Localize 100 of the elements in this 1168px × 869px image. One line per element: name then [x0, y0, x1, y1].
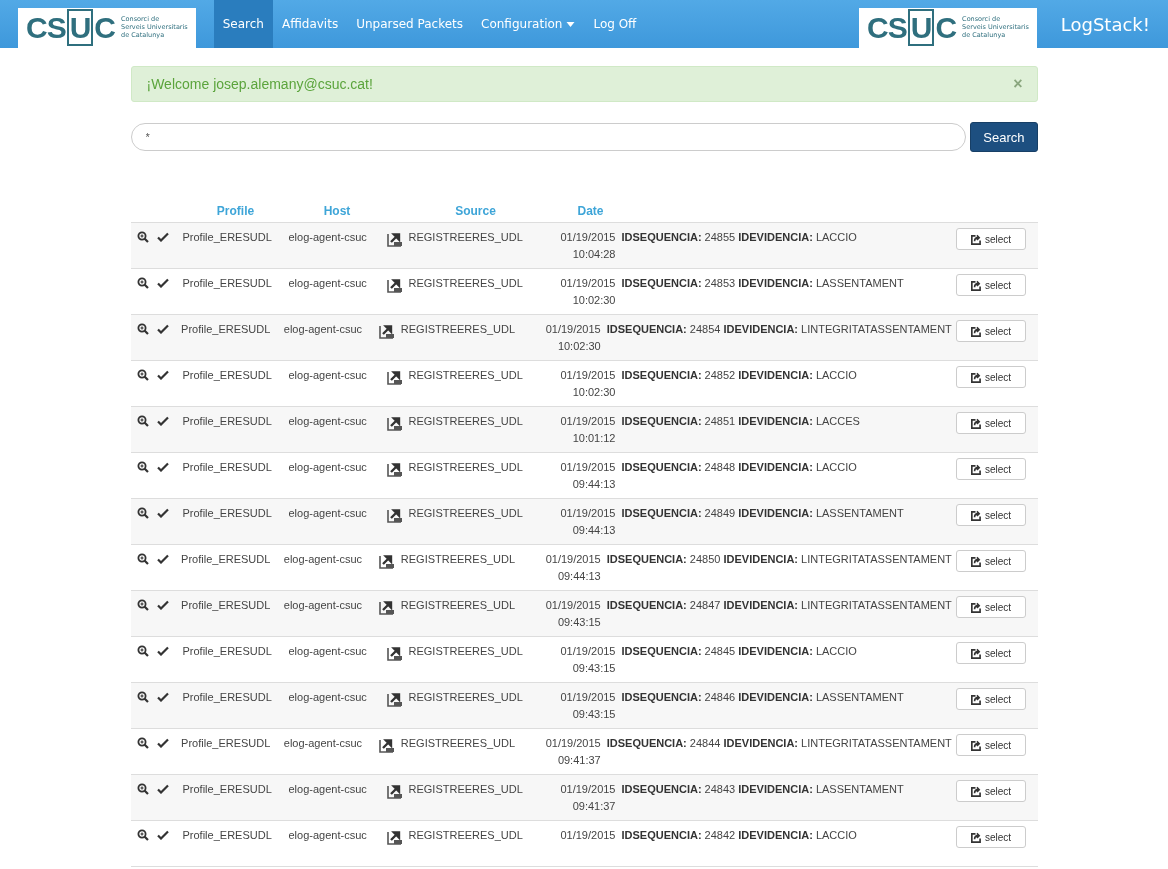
time-cell: 09:43:15: [557, 616, 601, 628]
checkmark-icon: [156, 646, 169, 656]
host-cell-text: elog-agent-csuc: [288, 369, 368, 381]
profile-cell-text: Profile_ERESUDL: [182, 415, 273, 427]
select-button[interactable]: select: [955, 366, 1026, 388]
host-cell-text: elog-agent-csuc: [288, 507, 368, 519]
host-cell-text: elog-agent-csuc: [288, 277, 368, 289]
sql-export-icon: [385, 461, 404, 477]
checkmark-icon: [156, 324, 169, 334]
source-cell: REGISTREERES_UDL: [400, 599, 516, 611]
details-cell-text: IDSEQUENCIA: 24855 IDEVIDENCIA: LACCIO: [621, 231, 858, 243]
checkmark-icon: [156, 554, 169, 564]
source-cell: REGISTREERES_UDL: [408, 231, 523, 243]
date-cell: 01/19/2015: [560, 231, 616, 243]
share-icon: [969, 647, 981, 659]
details-cell: IDSEQUENCIA: 24854 IDEVIDENCIA: LINTEGRITATASSENTAMENT: [606, 323, 952, 335]
date-cell: 01/19/2015: [560, 691, 616, 703]
sql-export-icon: [385, 691, 404, 707]
details-cell-text: IDSEQUENCIA: 24843 IDEVIDENCIA: LASSENTAMENT: [621, 783, 905, 795]
zoom-icon[interactable]: [136, 277, 149, 289]
time-cell: 09:41:37: [572, 800, 616, 812]
checkmark-icon: [156, 738, 169, 748]
date-cell: 01/19/2015: [560, 507, 616, 519]
share-icon: [969, 463, 981, 475]
details-cell: IDSEQUENCIA: 24847 IDEVIDENCIA: LINTEGRITATASSENTAMENT: [606, 599, 952, 611]
zoom-icon[interactable]: [136, 829, 149, 841]
select-button[interactable]: select: [955, 826, 1026, 848]
profile-cell-text: Profile_ERESUDL: [181, 323, 272, 335]
time-cell: 09:44:13: [557, 570, 601, 582]
profile-cell-text: Profile_ERESUDL: [182, 277, 273, 289]
details-cell-text: IDSEQUENCIA: 24842 IDEVIDENCIA: LACCIO: [621, 829, 858, 841]
select-button[interactable]: select: [955, 504, 1026, 526]
select-button[interactable]: select: [955, 596, 1026, 618]
profile-cell-text: Profile_ERESUDL: [182, 691, 273, 703]
source-cell: REGISTREERES_UDL: [408, 369, 523, 381]
zoom-icon[interactable]: [136, 645, 149, 657]
time-cell: 09:43:15: [572, 708, 616, 720]
details-cell: IDSEQUENCIA: 24850 IDEVIDENCIA: LINTEGRITATASSENTAMENT: [606, 553, 952, 565]
sql-export-icon: [377, 553, 396, 569]
select-button[interactable]: select: [955, 412, 1026, 434]
select-button[interactable]: select: [955, 550, 1026, 572]
checkmark-icon: [156, 784, 169, 794]
zoom-icon[interactable]: [136, 783, 149, 795]
zoom-icon[interactable]: [136, 553, 149, 565]
select-button[interactable]: select: [955, 274, 1026, 296]
host-cell-text: elog-agent-csuc: [288, 645, 368, 657]
profile-cell-text: Profile_ERESUDL: [182, 231, 273, 243]
profile-cell-text: Profile_ERESUDL: [181, 599, 272, 611]
host-cell-text: elog-agent-csuc: [283, 553, 364, 565]
search-field[interactable]: *: [130, 123, 967, 151]
sql-export-icon: [385, 507, 404, 523]
select-button[interactable]: select: [955, 642, 1026, 664]
checkmark-icon: [156, 692, 169, 702]
date-cell: 01/19/2015: [560, 461, 616, 473]
zoom-icon[interactable]: [136, 369, 149, 381]
host-cell-text: elog-agent-csuc: [283, 599, 364, 611]
details-cell-text: IDSEQUENCIA: 24846 IDEVIDENCIA: LASSENTAMENT: [621, 691, 905, 703]
select-button[interactable]: select: [955, 734, 1026, 756]
profile-cell-text: Profile_ERESUDL: [181, 737, 272, 749]
source-cell: REGISTREERES_UDL: [408, 415, 523, 427]
checkmark-icon: [156, 278, 169, 288]
caret-icon: [566, 21, 576, 27]
zoom-icon[interactable]: [136, 507, 149, 519]
zoom-icon[interactable]: [136, 691, 149, 703]
time-cell: 09:44:13: [572, 524, 616, 536]
date-cell: 01/19/2015: [560, 829, 616, 841]
zoom-icon[interactable]: [136, 415, 149, 427]
zoom-icon[interactable]: [136, 323, 149, 335]
details-cell-text: IDSEQUENCIA: 24848 IDEVIDENCIA: LACCIO: [621, 461, 858, 473]
select-button[interactable]: select: [955, 458, 1026, 480]
select-button[interactable]: select: [955, 228, 1026, 250]
select-button[interactable]: select: [955, 688, 1026, 710]
profile-cell-text: Profile_ERESUDL: [182, 783, 273, 795]
sql-export-icon: [377, 737, 396, 753]
profile-cell-text: Profile_ERESUDL: [182, 461, 273, 473]
source-cell: REGISTREERES_UDL: [400, 553, 516, 565]
share-icon: [969, 417, 981, 429]
checkmark-icon: [156, 370, 169, 380]
zoom-icon[interactable]: [136, 599, 149, 611]
source-cell: REGISTREERES_UDL: [408, 461, 523, 473]
source-cell: REGISTREERES_UDL: [408, 507, 523, 519]
zoom-icon[interactable]: [136, 737, 149, 749]
checkmark-icon: [156, 508, 169, 518]
time-cell: 10:01:12: [572, 432, 616, 444]
date-cell: 01/19/2015: [560, 415, 616, 427]
source-cell: REGISTREERES_UDL: [408, 277, 523, 289]
zoom-icon[interactable]: [136, 461, 149, 473]
select-button[interactable]: select: [955, 320, 1026, 342]
host-cell-text: elog-agent-csuc: [288, 231, 368, 243]
host-cell-text: elog-agent-csuc: [288, 415, 368, 427]
nav-link[interactable]: Search: [213, 0, 273, 48]
search-button[interactable]: Search: [970, 122, 1038, 152]
share-icon: [969, 785, 981, 797]
select-button[interactable]: select: [955, 780, 1026, 802]
share-icon: [969, 509, 981, 521]
host-cell-text: elog-agent-csuc: [288, 829, 368, 841]
checkmark-icon: [156, 600, 169, 610]
zoom-icon[interactable]: [136, 231, 149, 243]
source-cell: REGISTREERES_UDL: [400, 323, 516, 335]
sql-export-icon: [385, 783, 404, 799]
